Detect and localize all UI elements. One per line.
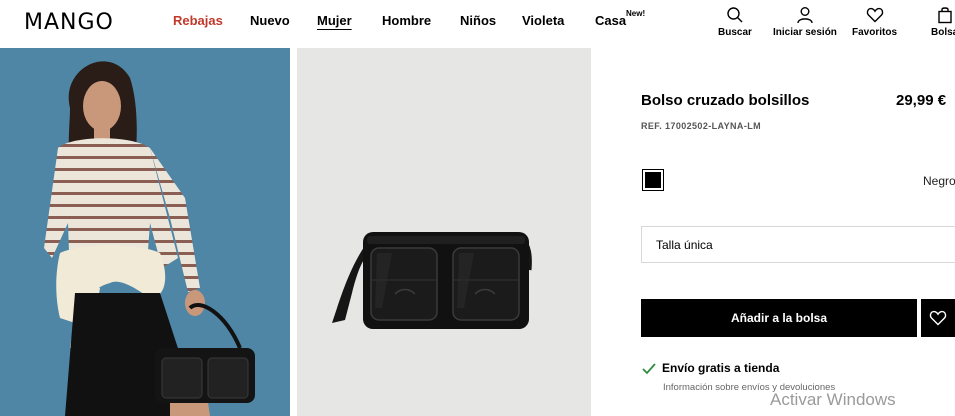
shipping-text: Envío gratis a tienda <box>662 361 780 375</box>
nav-item-rebajas[interactable]: Rebajas <box>173 13 223 28</box>
bag-image <box>297 48 591 416</box>
favorites-label: Favoritos <box>852 27 898 38</box>
nav-item-hombre[interactable]: Hombre <box>382 13 431 28</box>
search-button[interactable]: Buscar <box>718 6 752 38</box>
add-to-favorites-button[interactable] <box>921 299 955 337</box>
user-icon <box>797 7 813 24</box>
product-title: Bolso cruzado bolsillos <box>641 92 810 109</box>
login-button[interactable]: Iniciar sesión <box>773 6 837 38</box>
windows-activation-watermark: Activar Windows <box>770 390 896 409</box>
favorites-button[interactable]: Favoritos <box>852 6 897 38</box>
size-selector[interactable]: Talla única <box>641 226 955 263</box>
login-label: Iniciar sesión <box>773 27 837 38</box>
search-icon <box>727 7 743 23</box>
color-name: Negro <box>923 174 955 188</box>
bag-label: Bolsa <box>931 27 955 38</box>
new-badge: New! <box>626 9 646 18</box>
size-label: Talla única <box>656 238 713 252</box>
bag-icon <box>937 7 952 24</box>
nav-item-ninos[interactable]: Niños <box>460 13 496 28</box>
site-header: MANGO Rebajas Nuevo Mujer Hombre Niños V… <box>0 0 955 48</box>
bag-button[interactable]: Bolsa <box>931 6 955 38</box>
nav-item-mujer[interactable]: Mujer <box>317 13 352 28</box>
product-reference: REF. 17002502-LAYNA-LM <box>641 121 762 131</box>
add-to-bag-button[interactable]: Añadir a la bolsa <box>641 299 917 337</box>
product-photo[interactable] <box>297 48 591 416</box>
color-swatch-black[interactable] <box>642 169 664 191</box>
mango-logo[interactable]: MANGO <box>24 10 114 35</box>
heart-icon <box>866 7 883 23</box>
nav-item-nuevo[interactable]: Nuevo <box>250 13 290 28</box>
nav-item-casa[interactable]: Casa <box>595 13 626 28</box>
model-photo[interactable] <box>0 48 290 416</box>
model-image <box>0 48 290 416</box>
swatch-fill <box>645 172 661 188</box>
product-price: 29,99 € <box>896 92 947 109</box>
check-icon <box>642 363 656 375</box>
search-label: Buscar <box>718 27 752 38</box>
heart-icon <box>929 310 947 326</box>
nav-item-violeta[interactable]: Violeta <box>522 13 564 28</box>
